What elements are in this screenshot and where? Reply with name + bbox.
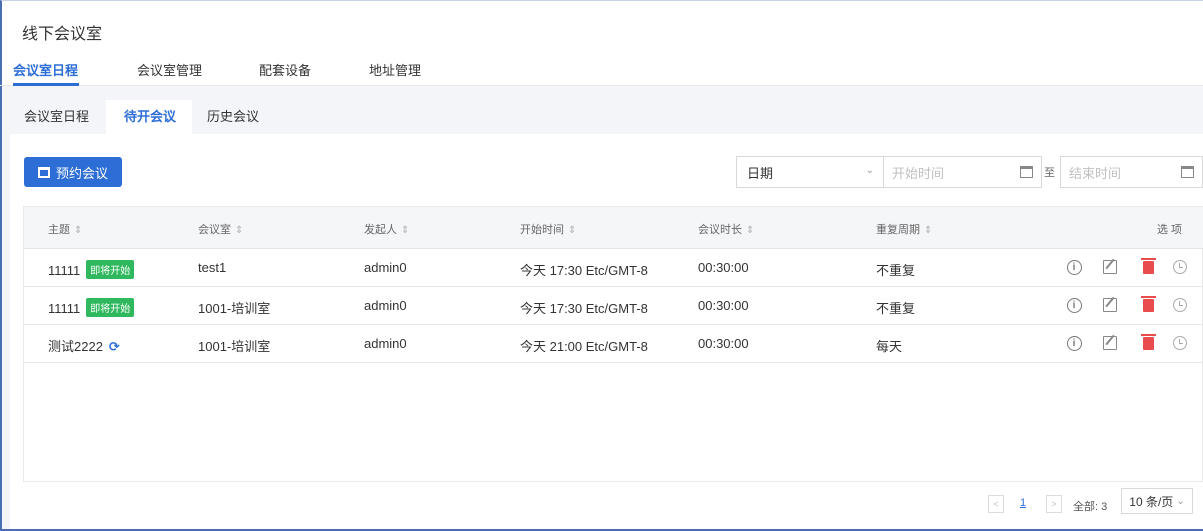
cell-repeat: 不重复 [876, 263, 916, 278]
cell-host: admin0 [364, 336, 407, 351]
reminder-button[interactable] [1171, 258, 1189, 276]
header-host[interactable]: 发起人 ⇕ [364, 221, 409, 237]
cell-duration: 00:30:00 [698, 260, 749, 275]
table-row[interactable]: 11111 即将开始 test1 admin0 今天 17:30 Etc/GMT-… [24, 249, 1203, 287]
cell-start-time: 今天 17:30 Etc/GMT-8 [520, 301, 648, 316]
sort-icon: ⇕ [74, 225, 83, 236]
trash-icon [1140, 295, 1156, 312]
cell-duration: 00:30:00 [698, 298, 749, 313]
page-title: 线下会议室 [22, 26, 103, 43]
subtab-room-schedule[interactable]: 会议室日程 [24, 100, 89, 134]
clock-icon [1173, 298, 1187, 312]
tab-address-management[interactable]: 地址管理 [369, 60, 421, 79]
cell-room: 1001-培训室 [198, 339, 271, 354]
row-actions: i [1065, 295, 1195, 316]
sort-icon: ⇕ [568, 225, 577, 236]
chevron-down-icon: ⌄ [1176, 495, 1185, 507]
cell-host: admin0 [364, 298, 407, 313]
sub-tab-bar: 会议室日程 待开会议 历史会议 [2, 100, 1203, 134]
cell-subject: 11111 即将开始 [48, 260, 135, 279]
date-type-select[interactable]: 日期 ⌄ [736, 156, 884, 188]
cell-room: test1 [198, 260, 227, 275]
subtab-meeting-history[interactable]: 历史会议 [207, 100, 259, 134]
cell-host: admin0 [364, 260, 407, 275]
tab-room-schedule[interactable]: 会议室日程 [13, 60, 78, 79]
info-button[interactable]: i [1065, 334, 1083, 352]
table-row[interactable]: 11111 即将开始 1001-培训室 admin0 今天 17:30 Etc/G… [24, 287, 1203, 325]
date-picker-icon[interactable] [1020, 166, 1033, 178]
total-count: 全部: 3 [1073, 501, 1108, 513]
end-time-placeholder: 结束时间 [1069, 165, 1122, 181]
info-icon: i [1066, 297, 1082, 313]
table-row[interactable]: 测试2222 ⟳ 1001-培训室 admin0 今天 21:00 Etc/GMT… [24, 325, 1203, 363]
next-page-button[interactable]: > [1046, 495, 1062, 513]
reminder-button[interactable] [1171, 334, 1189, 352]
cell-repeat: 每天 [876, 339, 903, 354]
date-type-value: 日期 [747, 165, 774, 181]
status-badge: 即将开始 [86, 298, 135, 317]
tab-equipment[interactable]: 配套设备 [259, 60, 311, 79]
trash-icon [1140, 333, 1156, 350]
header-start-time[interactable]: 开始时间 ⇕ [520, 221, 576, 237]
table-header: 主题 ⇕ 会议室 ⇕ 发起人 ⇕ 开始时间 ⇕ 会议时长 ⇕ 重复周期 ⇕ 选 项 [24, 207, 1203, 249]
top-tab-bar: 会议室日程 会议室管理 配套设备 地址管理 [0, 52, 1203, 86]
date-picker-icon[interactable] [1181, 166, 1194, 178]
sort-icon: ⇕ [746, 225, 755, 236]
sort-icon: ⇕ [924, 225, 933, 236]
edit-icon [1103, 260, 1117, 274]
delete-button[interactable] [1139, 295, 1157, 314]
page-size-value: 10 条/页 [1129, 494, 1174, 509]
recurring-icon: ⟳ [108, 339, 120, 354]
row-actions: i [1065, 333, 1195, 354]
clock-icon [1173, 260, 1187, 274]
header-options: 选 项 [1157, 224, 1183, 236]
page-number[interactable]: 1 [1020, 497, 1026, 509]
info-icon: i [1066, 335, 1082, 351]
header-duration[interactable]: 会议时长 ⇕ [698, 221, 754, 237]
edit-icon [1103, 336, 1117, 350]
edit-button[interactable] [1101, 296, 1119, 314]
info-icon: i [1066, 259, 1082, 275]
header-repeat[interactable]: 重复周期 ⇕ [876, 221, 932, 237]
subtab-upcoming-meetings[interactable]: 待开会议 [106, 100, 192, 134]
cell-repeat: 不重复 [876, 301, 916, 316]
sort-icon: ⇕ [401, 225, 410, 236]
start-time-input[interactable]: 开始时间 [883, 156, 1042, 188]
cell-subject: 11111 即将开始 [48, 298, 135, 317]
tab-room-management[interactable]: 会议室管理 [137, 60, 202, 79]
meetings-table: 主题 ⇕ 会议室 ⇕ 发起人 ⇕ 开始时间 ⇕ 会议时长 ⇕ 重复周期 ⇕ 选 项 1111… [23, 206, 1203, 482]
book-meeting-button[interactable]: 预约会议 [24, 157, 122, 187]
edit-button[interactable] [1101, 258, 1119, 276]
clock-icon [1173, 336, 1187, 350]
start-time-placeholder: 开始时间 [892, 165, 945, 181]
header-room[interactable]: 会议室 ⇕ [198, 221, 243, 237]
delete-button[interactable] [1139, 333, 1157, 352]
cell-start-time: 今天 21:00 Etc/GMT-8 [520, 339, 648, 354]
end-time-input[interactable]: 结束时间 [1060, 156, 1203, 188]
status-badge: 即将开始 [86, 260, 135, 279]
main-panel: 预约会议 日期 ⌄ 开始时间 至 结束时间 主题 ⇕ 会议室 ⇕ 发起人 ⇕ 开始时间… [10, 134, 1203, 529]
info-button[interactable]: i [1065, 258, 1083, 276]
edit-icon [1103, 298, 1117, 312]
header-subject[interactable]: 主题 ⇕ [48, 221, 82, 237]
info-button[interactable]: i [1065, 296, 1083, 314]
range-separator: 至 [1044, 167, 1055, 179]
sort-icon: ⇕ [235, 225, 244, 236]
cell-duration: 00:30:00 [698, 336, 749, 351]
cell-room: 1001-培训室 [198, 301, 271, 316]
cell-start-time: 今天 17:30 Etc/GMT-8 [520, 263, 648, 278]
reminder-button[interactable] [1171, 296, 1189, 314]
page-size-select[interactable]: 10 条/页 ⌄ [1121, 488, 1193, 514]
book-meeting-label: 预约会议 [55, 165, 108, 181]
delete-button[interactable] [1139, 257, 1157, 276]
row-actions: i [1065, 257, 1195, 278]
cell-subject: 测试2222 ⟳ [48, 339, 120, 354]
calendar-icon [37, 166, 50, 178]
trash-icon [1140, 257, 1156, 274]
prev-page-button[interactable]: < [988, 495, 1004, 513]
edit-button[interactable] [1101, 334, 1119, 352]
chevron-down-icon: ⌄ [865, 165, 874, 176]
